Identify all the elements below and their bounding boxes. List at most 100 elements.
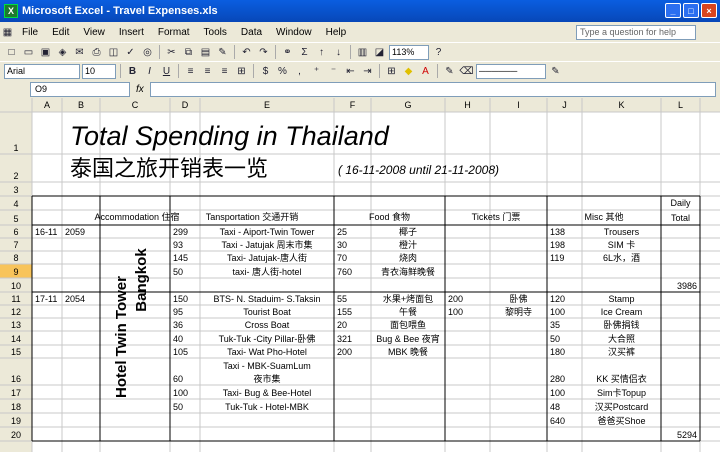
zoom-select[interactable]: 113%: [389, 44, 429, 60]
increase-indent-icon[interactable]: ⇥: [360, 64, 375, 79]
column-header-I[interactable]: I: [517, 100, 520, 110]
column-header-F[interactable]: F: [350, 100, 356, 110]
column-header-L[interactable]: L: [678, 100, 683, 110]
row-header-19[interactable]: 19: [11, 416, 21, 426]
formula-input[interactable]: [149, 81, 716, 97]
row-header-1[interactable]: 1: [13, 143, 18, 153]
column-header-G[interactable]: G: [404, 100, 411, 110]
undo-icon[interactable]: ↶: [239, 45, 254, 60]
cell-E17: Taxi- Bug & Bee-Hotel: [223, 388, 312, 398]
row-header-14[interactable]: 14: [11, 334, 21, 344]
row-header-10[interactable]: 10: [11, 281, 21, 291]
new-icon[interactable]: □: [4, 45, 19, 60]
font-size-select[interactable]: 10: [82, 63, 116, 79]
copy-icon[interactable]: ⧉: [181, 45, 196, 60]
excel-menu-icon[interactable]: ▦: [0, 25, 15, 40]
row-header-11[interactable]: 11: [11, 294, 20, 304]
row-header-6[interactable]: 6: [13, 227, 18, 237]
menu-format[interactable]: Format: [151, 27, 197, 38]
redo-icon[interactable]: ↷: [256, 45, 271, 60]
email-icon[interactable]: ✉: [72, 45, 87, 60]
currency-icon[interactable]: $: [258, 64, 273, 79]
menu-file[interactable]: File: [15, 27, 45, 38]
draw-border-icon[interactable]: ✎: [442, 64, 457, 79]
increase-decimal-icon[interactable]: ⁺: [309, 64, 324, 79]
row-header-18[interactable]: 18: [11, 402, 21, 412]
autosum-icon[interactable]: Σ: [297, 45, 312, 60]
menu-insert[interactable]: Insert: [112, 27, 151, 38]
align-left-icon[interactable]: ≡: [183, 64, 198, 79]
row-header-8[interactable]: 8: [13, 253, 18, 263]
drawing-icon[interactable]: ◪: [372, 45, 387, 60]
open-icon[interactable]: ▭: [21, 45, 36, 60]
menu-view[interactable]: View: [76, 27, 112, 38]
align-center-icon[interactable]: ≡: [200, 64, 215, 79]
sort-descending-icon[interactable]: ↓: [331, 45, 346, 60]
percent-icon[interactable]: %: [275, 64, 290, 79]
column-header-E[interactable]: E: [264, 100, 270, 110]
fx-icon[interactable]: fx: [136, 84, 144, 95]
worksheet-canvas[interactable]: A B C D E F G H I J K L1234567891011121314151617181…: [0, 98, 720, 452]
research-icon[interactable]: ◎: [140, 45, 155, 60]
row-header-5[interactable]: 5: [13, 214, 18, 224]
align-right-icon[interactable]: ≡: [217, 64, 232, 79]
italic-button[interactable]: I: [142, 64, 157, 79]
row-header-15[interactable]: 15: [11, 347, 21, 357]
row-header-4[interactable]: 4: [13, 199, 18, 209]
row-header-20[interactable]: 20: [11, 430, 21, 440]
row-header-2[interactable]: 2: [13, 171, 18, 181]
worksheet-grid[interactable]: A B C D E F G H I J K L 1 2 3 4 5 6 7 8 9 10 11 12 13 14 15 16 17 18 1…: [0, 98, 720, 452]
borders-icon[interactable]: ⊞: [384, 64, 399, 79]
permission-icon[interactable]: ◈: [55, 45, 70, 60]
help-search-input[interactable]: Type a question for help: [576, 25, 696, 40]
decrease-decimal-icon[interactable]: ⁻: [326, 64, 341, 79]
line-style-select[interactable]: ──────: [476, 63, 546, 79]
decrease-indent-icon[interactable]: ⇤: [343, 64, 358, 79]
help-icon[interactable]: ?: [431, 45, 446, 60]
comma-style-icon[interactable]: ,: [292, 64, 307, 79]
font-select[interactable]: Arial: [4, 63, 80, 79]
menu-help[interactable]: Help: [319, 27, 354, 38]
menu-tools[interactable]: Tools: [197, 27, 234, 38]
row-header-3[interactable]: 3: [13, 185, 18, 195]
hyperlink-icon[interactable]: ⚭: [280, 45, 295, 60]
column-header-J[interactable]: J: [562, 100, 567, 110]
merge-center-icon[interactable]: ⊞: [234, 64, 249, 79]
print-icon[interactable]: ⎙: [89, 45, 104, 60]
maximize-button[interactable]: □: [683, 3, 699, 18]
save-icon[interactable]: ▣: [38, 45, 53, 60]
spelling-icon[interactable]: ✓: [123, 45, 138, 60]
minimize-button[interactable]: _: [665, 3, 681, 18]
chart-wizard-icon[interactable]: ▥: [355, 45, 370, 60]
row-header-7[interactable]: 7: [13, 240, 18, 250]
column-header-D[interactable]: D: [182, 100, 189, 110]
fill-color-icon[interactable]: ◆: [401, 64, 416, 79]
column-header-C[interactable]: C: [132, 100, 139, 110]
format-painter-icon[interactable]: ✎: [215, 45, 230, 60]
underline-button[interactable]: U: [159, 64, 174, 79]
row-header-12[interactable]: 12: [11, 307, 21, 317]
column-header-K[interactable]: K: [618, 100, 624, 110]
toolbar-separator: [178, 64, 179, 78]
name-box[interactable]: O9: [30, 81, 130, 97]
font-color-icon[interactable]: A: [418, 64, 433, 79]
menu-edit[interactable]: Edit: [45, 27, 76, 38]
row-header-13[interactable]: 13: [11, 320, 21, 330]
sort-ascending-icon[interactable]: ↑: [314, 45, 329, 60]
cell-G7: 橙汁: [399, 239, 417, 250]
menu-window[interactable]: Window: [269, 27, 319, 38]
row-header-16[interactable]: 16: [11, 374, 21, 384]
row-header-17[interactable]: 17: [11, 388, 21, 398]
cut-icon[interactable]: ✂: [164, 45, 179, 60]
column-header-A[interactable]: A: [44, 100, 50, 110]
column-header-B[interactable]: B: [78, 100, 84, 110]
column-header-H[interactable]: H: [464, 100, 471, 110]
menu-data[interactable]: Data: [234, 27, 269, 38]
print-preview-icon[interactable]: ◫: [106, 45, 121, 60]
bold-button[interactable]: B: [125, 64, 140, 79]
row-header-9[interactable]: 9: [13, 267, 18, 277]
close-button[interactable]: ×: [701, 3, 717, 18]
line-color-icon[interactable]: ✎: [548, 64, 563, 79]
erase-border-icon[interactable]: ⌫: [459, 64, 474, 79]
paste-icon[interactable]: ▤: [198, 45, 213, 60]
